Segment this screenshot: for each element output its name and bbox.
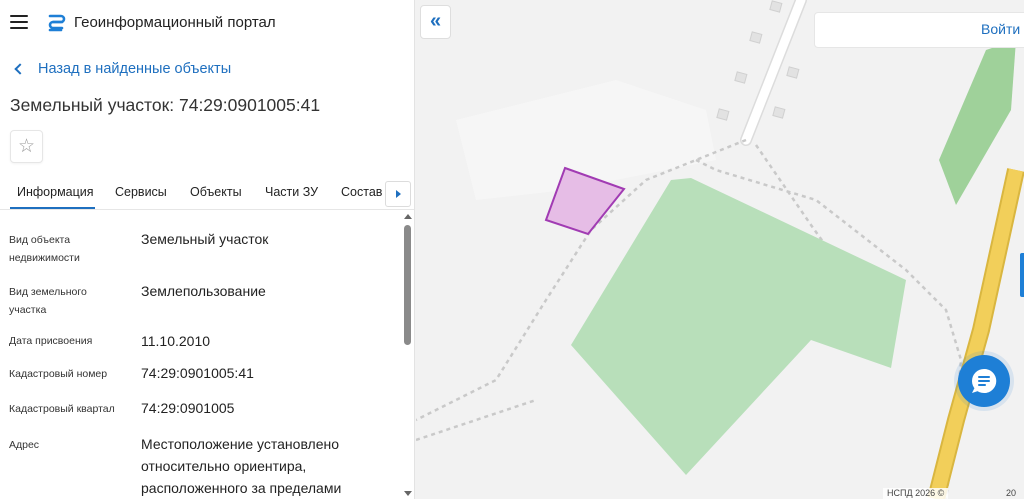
top-bar: Геоинформационный портал xyxy=(0,0,414,46)
property-label: Дата присвоения xyxy=(9,335,93,347)
property-value: 74:29:0901005:41 xyxy=(141,365,254,381)
back-link-label: Назад в найденные объекты xyxy=(38,61,232,77)
object-title: Земельный участок: 74:29:0901005:41 xyxy=(10,95,321,115)
star-icon: ☆ xyxy=(17,136,36,157)
tab-objects[interactable]: Объекты xyxy=(190,185,242,199)
chat-button[interactable] xyxy=(958,355,1010,407)
property-label: Вид объекта недвижимости xyxy=(9,234,80,264)
portal-logo-icon xyxy=(48,14,66,32)
property-value: Землепользование xyxy=(141,283,266,299)
active-tab-indicator xyxy=(10,207,95,209)
map-green-area xyxy=(571,178,906,475)
map-attribution: НСПД 2026 © xyxy=(883,488,949,499)
map-road-yellow xyxy=(929,168,1023,499)
side-panel-tab[interactable] xyxy=(1020,253,1024,297)
scroll-up-arrow-icon[interactable] xyxy=(404,214,412,219)
app-title: Геоинформационный портал xyxy=(74,14,276,31)
tabs-scroll-right-button[interactable] xyxy=(385,181,411,207)
map-scale-label: 20 xyxy=(1006,488,1017,498)
collapse-panel-button[interactable]: « xyxy=(420,5,451,39)
map-view[interactable] xyxy=(416,0,1024,499)
hamburger-icon[interactable] xyxy=(10,15,28,29)
login-button[interactable]: Войти xyxy=(981,21,1020,37)
tab-services[interactable]: Сервисы xyxy=(115,185,167,199)
scroll-down-arrow-icon[interactable] xyxy=(404,491,412,496)
scrollbar-thumb[interactable] xyxy=(404,225,411,345)
property-label: Адрес xyxy=(9,439,40,451)
caret-right-icon xyxy=(395,190,401,198)
property-value: 11.10.2010 xyxy=(141,333,211,349)
property-label: Вид земельного участка xyxy=(9,286,87,316)
back-to-results-link[interactable]: Назад в найденные объекты xyxy=(12,61,231,77)
chat-icon xyxy=(972,368,997,393)
property-label: Кадастровый квартал xyxy=(9,403,115,415)
tab-composition[interactable]: Состав xyxy=(341,185,382,199)
property-value: Местоположение установлено относительно … xyxy=(141,436,342,496)
chevron-left-icon xyxy=(14,63,26,75)
map-green-strip xyxy=(939,40,1016,205)
property-value: 74:29:0901005 xyxy=(141,400,235,416)
tab-info[interactable]: Информация xyxy=(17,185,94,199)
map-canvas xyxy=(416,0,1024,499)
tab-parts[interactable]: Части ЗУ xyxy=(265,185,318,199)
double-chevron-left-icon: « xyxy=(429,9,442,32)
info-panel: Геоинформационный портал Назад в найденн… xyxy=(0,0,415,499)
tab-bar: Информация Сервисы Объекты Части ЗУ Сост… xyxy=(0,176,414,210)
favorite-button[interactable]: ☆ xyxy=(10,130,43,163)
property-value: Земельный участок xyxy=(141,231,269,247)
property-label: Кадастровый номер xyxy=(9,368,108,380)
